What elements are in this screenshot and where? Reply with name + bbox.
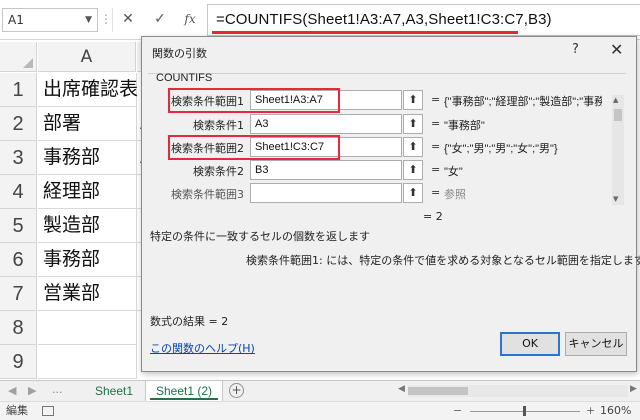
add-sheet-icon[interactable]: + (229, 383, 244, 398)
ok-button[interactable]: OK (500, 332, 560, 356)
chevron-down-icon[interactable]: ▼ (85, 9, 92, 31)
scroll-right-icon[interactable]: ▶ (630, 384, 637, 394)
row-header[interactable]: 6 (0, 243, 37, 277)
row-header[interactable]: 5 (0, 209, 37, 243)
collapse-dialog-icon[interactable]: ⬆ (403, 114, 423, 134)
prev-sheet-icon[interactable]: ◀ (8, 384, 16, 397)
row-header[interactable]: 1 (0, 73, 37, 107)
collapse-dialog-icon[interactable]: ⬆ (403, 137, 423, 157)
argument-description: 検索条件範囲1: には、特定の条件で値を求める対象となるセル範囲を指定します (246, 254, 640, 267)
collapse-dialog-icon[interactable]: ⬆ (403, 160, 423, 180)
row-header[interactable]: 7 (0, 277, 37, 311)
argument-row: 検索条件1 A3 ⬆ = "事務部" (142, 114, 612, 136)
status-mode: 編集 (6, 404, 28, 417)
collapse-dialog-icon[interactable]: ⬆ (403, 183, 423, 203)
argument-result: 参照 (444, 189, 466, 201)
next-sheet-icon[interactable]: ▶ (28, 384, 36, 397)
insert-function-icon[interactable]: fx (176, 8, 204, 32)
enter-icon[interactable]: ✓ (146, 8, 174, 32)
criteria-range3-input[interactable] (250, 183, 402, 203)
function-name: COUNTIFS (156, 72, 213, 84)
macro-record-icon[interactable] (42, 406, 54, 416)
formula-highlight-underline (212, 31, 518, 34)
argument-label: 検索条件2 (193, 165, 244, 178)
cancel-icon[interactable]: ✕ (114, 8, 142, 32)
equals-sign: = (431, 140, 441, 153)
close-icon[interactable]: ✕ (610, 40, 623, 59)
scroll-left-icon[interactable]: ◀ (398, 384, 405, 394)
function-total: = 2 (423, 210, 443, 223)
function-arguments-dialog: 関数の引数 ? ✕ COUNTIFS 検索条件範囲1 Sheet1!A3:A7 … (141, 36, 640, 372)
select-all-corner[interactable] (0, 42, 37, 72)
argument-result: "女" (444, 166, 463, 178)
column-header-a[interactable]: A (38, 42, 136, 72)
argument-row: 検索条件範囲3 ⬆ = 参照 (142, 183, 612, 205)
horizontal-scrollbar[interactable] (408, 385, 628, 397)
cancel-button[interactable]: キャンセル (565, 332, 627, 356)
select-all-icon (23, 58, 33, 68)
scroll-up-icon[interactable]: ▲ (613, 96, 618, 104)
cell-a8[interactable] (38, 311, 137, 345)
arguments-scrollbar[interactable]: ▲ ▼ (612, 95, 624, 205)
cell-a1[interactable]: 出席確認表 (38, 73, 138, 107)
cell-a5[interactable]: 製造部 (38, 209, 137, 243)
criteria2-input[interactable]: B3 (250, 160, 402, 180)
argument-label: 検索条件範囲3 (171, 188, 244, 201)
collapse-dialog-icon[interactable]: ⬆ (403, 90, 423, 110)
argument-label: 検索条件1 (193, 119, 244, 132)
highlight-criteria-range1 (168, 88, 340, 113)
dialog-title: 関数の引数 (152, 47, 207, 60)
formula-bar-divider (112, 8, 113, 32)
scrollbar-thumb[interactable] (614, 109, 622, 121)
formula-result: 数式の結果 = 2 (150, 315, 229, 328)
status-bar: 編集 − + 160% (0, 401, 640, 420)
cell-a2[interactable]: 部署 (38, 107, 137, 141)
function-description: 特定の条件に一致するセルの個数を返します (150, 230, 370, 243)
cell-a4[interactable]: 経理部 (38, 175, 137, 209)
name-box-value: A1 (8, 13, 24, 27)
row-header[interactable]: 2 (0, 107, 37, 141)
active-tab-indicator (150, 398, 218, 400)
row-header[interactable]: 8 (0, 311, 37, 345)
help-icon[interactable]: ? (572, 42, 579, 57)
scroll-down-icon[interactable]: ▼ (613, 195, 618, 203)
equals-sign: = (431, 117, 441, 130)
name-box[interactable]: A1 ▼ (2, 8, 98, 32)
function-help-link[interactable]: この関数のヘルプ(H) (150, 340, 255, 356)
scrollbar-thumb[interactable] (408, 387, 468, 395)
zoom-out-button[interactable]: − (453, 402, 462, 420)
sheet-tab-sheet1[interactable]: Sheet1 (84, 381, 144, 402)
row-header[interactable]: 3 (0, 141, 37, 175)
cell-a3[interactable]: 事務部 (38, 141, 137, 175)
criteria1-input[interactable]: A3 (250, 114, 402, 134)
cell-a7[interactable]: 営業部 (38, 277, 137, 311)
cell-a6[interactable]: 事務部 (38, 243, 137, 277)
row-header[interactable]: 9 (0, 345, 37, 379)
zoom-level[interactable]: 160% (600, 402, 631, 420)
argument-result: "事務部" (444, 120, 485, 132)
cell-a9[interactable] (38, 345, 137, 379)
formula-bar-grip-icon[interactable]: ⋮ (100, 8, 112, 32)
formula-bar: A1 ▼ ⋮ ✕ ✓ fx =COUNTIFS(Sheet1!A3:A7,A3,… (0, 0, 640, 40)
equals-sign: = (431, 186, 441, 199)
equals-sign: = (431, 163, 441, 176)
row-header[interactable]: 4 (0, 175, 37, 209)
highlight-criteria-range2 (168, 135, 340, 160)
argument-result: {"女";"男";"男";"女";"男"} (444, 143, 558, 155)
zoom-in-button[interactable]: + (586, 402, 595, 420)
argument-row: 検索条件2 B3 ⬆ = "女" (142, 160, 612, 182)
equals-sign: = (431, 93, 441, 106)
more-sheets-icon[interactable]: ... (52, 383, 63, 396)
zoom-slider-knob[interactable] (523, 406, 526, 416)
argument-result: {"事務部";"経理部";"製造部";"事務部" (444, 96, 602, 108)
